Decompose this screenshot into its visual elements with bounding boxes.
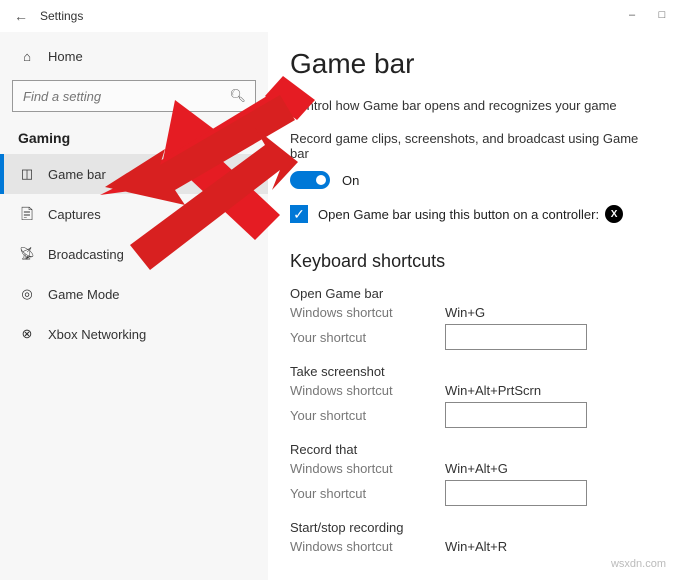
record-label: Record game clips, screenshots, and broa… [290, 131, 658, 161]
shortcut-title: Take screenshot [290, 364, 658, 379]
win-shortcut-label: Windows shortcut [290, 461, 445, 476]
sidebar-category: Gaming [0, 122, 268, 154]
sidebar-item-xbox-networking[interactable]: ⊗ Xbox Networking [0, 314, 268, 354]
sidebar: ⌂ Home 🔍︎ Gaming ◫ Game bar 📄︎ Captures [0, 32, 268, 580]
win-shortcut-value: Win+G [445, 305, 485, 320]
page-title: Game bar [290, 48, 658, 80]
shortcut-start-stop-recording: Start/stop recording Windows shortcut Wi… [290, 520, 658, 554]
your-shortcut-label: Your shortcut [290, 408, 445, 423]
home-nav[interactable]: ⌂ Home [0, 36, 268, 76]
back-icon[interactable]: ← [14, 8, 28, 24]
your-shortcut-label: Your shortcut [290, 330, 445, 345]
sidebar-item-game-bar[interactable]: ◫ Game bar [0, 154, 268, 194]
window-title: Settings [40, 9, 83, 23]
sidebar-item-captures[interactable]: 📄︎ Captures [0, 194, 268, 234]
sidebar-item-label: Game Mode [48, 287, 120, 302]
your-shortcut-input[interactable] [445, 480, 587, 506]
sidebar-item-label: Captures [48, 207, 101, 222]
broadcasting-icon: 📡︎ [18, 246, 36, 262]
record-toggle[interactable] [290, 171, 330, 189]
controller-checkbox-row: ✓ Open Game bar using this button on a c… [290, 205, 658, 223]
xbox-button-icon: X [605, 205, 623, 223]
search-wrap: 🔍︎ [12, 80, 256, 112]
xbox-networking-icon: ⊗ [18, 326, 36, 342]
shortcut-record-that: Record that Windows shortcut Win+Alt+G Y… [290, 442, 658, 506]
home-icon: ⌂ [18, 49, 36, 64]
sidebar-item-label: Broadcasting [48, 247, 124, 262]
win-shortcut-label: Windows shortcut [290, 539, 445, 554]
toggle-state: On [342, 173, 359, 188]
sidebar-item-game-mode[interactable]: ◎ Game Mode [0, 274, 268, 314]
your-shortcut-input[interactable] [445, 324, 587, 350]
win-shortcut-label: Windows shortcut [290, 383, 445, 398]
win-shortcut-value: Win+Alt+R [445, 539, 507, 554]
win-shortcut-value: Win+Alt+G [445, 461, 508, 476]
win-shortcut-label: Windows shortcut [290, 305, 445, 320]
game-mode-icon: ◎ [18, 286, 36, 302]
window-controls: – □ [618, 4, 676, 26]
sidebar-item-label: Game bar [48, 167, 106, 182]
search-icon: 🔍︎ [229, 88, 246, 104]
sidebar-item-broadcasting[interactable]: 📡︎ Broadcasting [0, 234, 268, 274]
captures-icon: 📄︎ [18, 206, 36, 222]
your-shortcut-input[interactable] [445, 402, 587, 428]
minimize-button[interactable]: – [618, 4, 646, 26]
controller-checkbox[interactable]: ✓ [290, 205, 308, 223]
game-bar-icon: ◫ [18, 166, 36, 182]
page-subtitle: Control how Game bar opens and recognize… [290, 98, 658, 113]
sidebar-item-label: Xbox Networking [48, 327, 146, 342]
watermark: wsxdn.com [611, 558, 666, 570]
content: Game bar Control how Game bar opens and … [268, 32, 680, 580]
search-input[interactable] [12, 80, 256, 112]
shortcuts-heading: Keyboard shortcuts [290, 251, 658, 272]
shortcut-title: Start/stop recording [290, 520, 658, 535]
controller-checkbox-label: Open Game bar using this button on a con… [318, 207, 599, 222]
shortcut-title: Record that [290, 442, 658, 457]
titlebar: ← Settings – □ [0, 0, 680, 32]
maximize-button[interactable]: □ [648, 4, 676, 26]
shortcut-title: Open Game bar [290, 286, 658, 301]
record-toggle-row: On [290, 171, 658, 189]
shortcut-open-game-bar: Open Game bar Windows shortcut Win+G You… [290, 286, 658, 350]
home-label: Home [48, 49, 83, 64]
toggle-knob [316, 175, 326, 185]
your-shortcut-label: Your shortcut [290, 486, 445, 501]
win-shortcut-value: Win+Alt+PrtScrn [445, 383, 541, 398]
shortcut-take-screenshot: Take screenshot Windows shortcut Win+Alt… [290, 364, 658, 428]
